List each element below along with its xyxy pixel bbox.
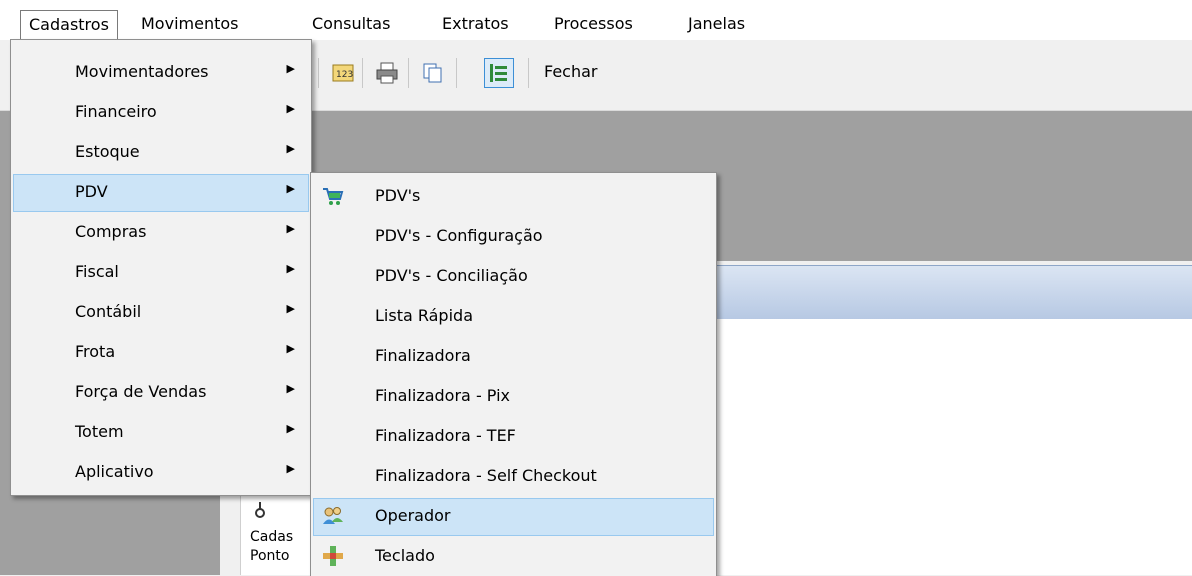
- submenu-arrow-icon: ▶: [286, 62, 295, 75]
- menu-item-label: Teclado: [375, 546, 435, 565]
- copy-icon[interactable]: [420, 60, 446, 86]
- menu-item-label: PDV: [75, 182, 108, 201]
- cadastros-dropdown: Movimentadores ▶ Financeiro ▶ Estoque ▶ …: [10, 39, 312, 496]
- print-icon[interactable]: [374, 60, 400, 86]
- menu-item-label: Aplicativo: [75, 462, 154, 481]
- menu-consultas[interactable]: Consultas: [304, 10, 398, 38]
- calculator-icon[interactable]: 123: [330, 60, 356, 86]
- submenu-arrow-icon: ▶: [286, 302, 295, 315]
- submenu-arrow-icon: ▶: [286, 142, 295, 155]
- pdv-submenu: PDV's PDV's - Configuração PDV's - Conci…: [310, 172, 717, 576]
- menu-bar: Cadastros Movimentos Consultas Extratos …: [0, 0, 1192, 40]
- menu-item-label: Finalizadora - Self Checkout: [375, 466, 597, 485]
- submenu-arrow-icon: ▶: [286, 262, 295, 275]
- toolbar-separator: [318, 58, 319, 88]
- list-view-icon[interactable]: [484, 58, 514, 88]
- submenu-arrow-icon: ▶: [286, 222, 295, 235]
- menu-cadastros[interactable]: Cadastros: [20, 10, 118, 40]
- menu-item-label: Compras: [75, 222, 147, 241]
- menu-item-label: Totem: [75, 422, 124, 441]
- menu-item-label: Estoque: [75, 142, 140, 161]
- menu-item-label: Finalizadora - Pix: [375, 386, 511, 405]
- menu-item-finalizadora-self-checkout[interactable]: Finalizadora - Self Checkout: [313, 458, 714, 496]
- toolbar-separator: [362, 58, 363, 88]
- content-label: Ponto: [250, 548, 290, 564]
- menu-item-pdvs-configuracao[interactable]: PDV's - Configuração: [313, 218, 714, 256]
- menu-item-movimentadores[interactable]: Movimentadores ▶: [13, 54, 309, 92]
- content-label: Cadas: [250, 529, 294, 545]
- menu-item-label: Força de Vendas: [75, 382, 207, 401]
- menu-item-label: PDV's - Configuração: [375, 226, 543, 245]
- menu-item-compras[interactable]: Compras ▶: [13, 214, 309, 252]
- menu-item-label: Lista Rápida: [375, 306, 473, 325]
- submenu-arrow-icon: ▶: [286, 422, 295, 435]
- menu-item-totem[interactable]: Totem ▶: [13, 414, 309, 452]
- menu-item-finalizadora-pix[interactable]: Finalizadora - Pix: [313, 378, 714, 416]
- tool-icon: [252, 500, 268, 520]
- menu-item-aplicativo[interactable]: Aplicativo ▶: [13, 454, 309, 492]
- menu-item-label: PDV's: [375, 186, 421, 205]
- menu-item-label: PDV's - Conciliação: [375, 266, 528, 285]
- menu-item-pdv[interactable]: PDV ▶: [13, 174, 309, 212]
- menu-item-finalizadora-tef[interactable]: Finalizadora - TEF: [313, 418, 714, 456]
- submenu-arrow-icon: ▶: [286, 182, 295, 195]
- close-button[interactable]: Fechar: [544, 62, 598, 81]
- submenu-arrow-icon: ▶: [286, 382, 295, 395]
- menu-item-label: Fiscal: [75, 262, 119, 281]
- submenu-arrow-icon: ▶: [286, 462, 295, 475]
- menu-item-label: Frota: [75, 342, 116, 361]
- menu-processos[interactable]: Processos: [546, 10, 641, 38]
- menu-extratos[interactable]: Extratos: [434, 10, 517, 38]
- menu-item-fiscal[interactable]: Fiscal ▶: [13, 254, 309, 292]
- keyboard-icon: [321, 544, 345, 568]
- menu-item-teclado[interactable]: Teclado: [313, 538, 714, 576]
- menu-item-pdvs[interactable]: PDV's: [313, 178, 714, 216]
- toolbar-separator: [408, 58, 409, 88]
- menu-item-label: Finalizadora: [375, 346, 471, 365]
- menu-item-pdvs-conciliacao[interactable]: PDV's - Conciliação: [313, 258, 714, 296]
- menu-item-label: Financeiro: [75, 102, 157, 121]
- menu-item-lista-rapida[interactable]: Lista Rápida: [313, 298, 714, 336]
- menu-item-label: Movimentadores: [75, 62, 209, 81]
- menu-item-finalizadora[interactable]: Finalizadora: [313, 338, 714, 376]
- menu-item-label: Finalizadora - TEF: [375, 426, 516, 445]
- menu-item-financeiro[interactable]: Financeiro ▶: [13, 94, 309, 132]
- menu-item-label: Operador: [375, 506, 451, 525]
- toolbar-separator: [528, 58, 529, 88]
- menu-janelas[interactable]: Janelas: [680, 10, 753, 38]
- menu-movimentos[interactable]: Movimentos: [133, 10, 246, 38]
- toolbar-separator: [456, 58, 457, 88]
- menu-item-frota[interactable]: Frota ▶: [13, 334, 309, 372]
- users-icon: [321, 504, 345, 528]
- submenu-arrow-icon: ▶: [286, 102, 295, 115]
- menu-item-contabil[interactable]: Contábil ▶: [13, 294, 309, 332]
- submenu-arrow-icon: ▶: [286, 342, 295, 355]
- menu-item-label: Contábil: [75, 302, 142, 321]
- menu-item-forca-de-vendas[interactable]: Força de Vendas ▶: [13, 374, 309, 412]
- menu-item-estoque[interactable]: Estoque ▶: [13, 134, 309, 172]
- svg-text:123: 123: [336, 70, 353, 80]
- menu-item-operador[interactable]: Operador: [313, 498, 714, 536]
- cart-icon: [321, 184, 345, 208]
